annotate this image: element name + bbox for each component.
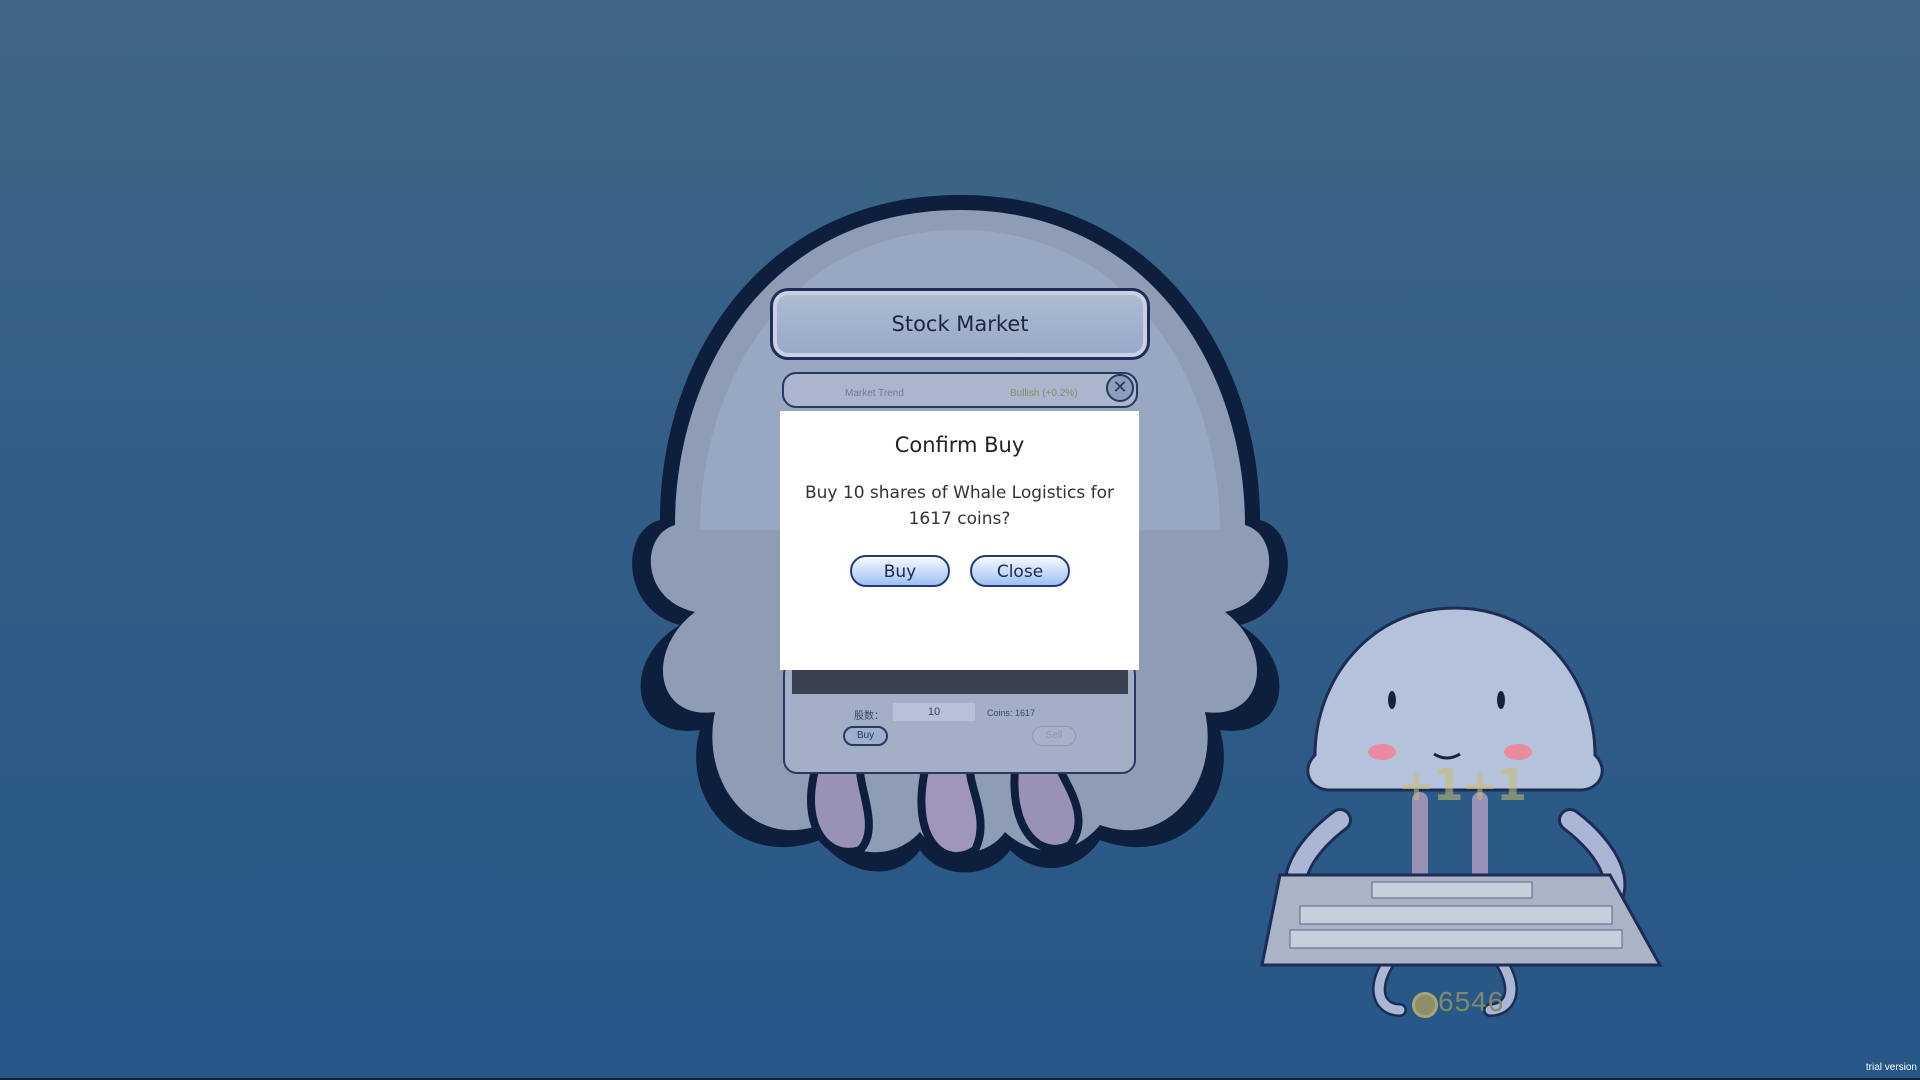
trade-sell-button[interactable]: Sell xyxy=(1032,726,1076,746)
shares-label: 股数： xyxy=(854,711,884,722)
stock-chart-strip xyxy=(792,668,1128,694)
close-x-icon[interactable]: ✕ xyxy=(1106,374,1134,402)
confirm-buy-dialog: Confirm Buy Buy 10 shares of Whale Logis… xyxy=(780,411,1139,670)
market-trend-label: Market Trend xyxy=(845,388,904,399)
floating-reward-text: +1+1 xyxy=(1398,760,1527,811)
coin-icon xyxy=(1412,992,1438,1018)
coins-label: Coins: 1617 xyxy=(987,708,1036,718)
shares-input[interactable] xyxy=(893,703,975,721)
market-trend-value: Bullish (+0.2%) xyxy=(1010,388,1078,399)
coin-balance: 6546 xyxy=(1438,986,1505,1017)
trade-buy-button[interactable]: Buy xyxy=(843,726,888,746)
trial-watermark: trial version xyxy=(1865,1062,1917,1073)
stock-window-title: Stock Market xyxy=(891,312,1029,336)
market-trend-bar xyxy=(782,372,1138,408)
keyboard-icon xyxy=(1260,873,1663,967)
dialog-title: Confirm Buy xyxy=(894,433,1025,457)
close-dialog-button[interactable]: Close xyxy=(970,555,1070,587)
dialog-message: Buy 10 shares of Whale Logistics for 161… xyxy=(804,483,1114,529)
confirm-buy-button[interactable]: Buy xyxy=(850,555,950,587)
